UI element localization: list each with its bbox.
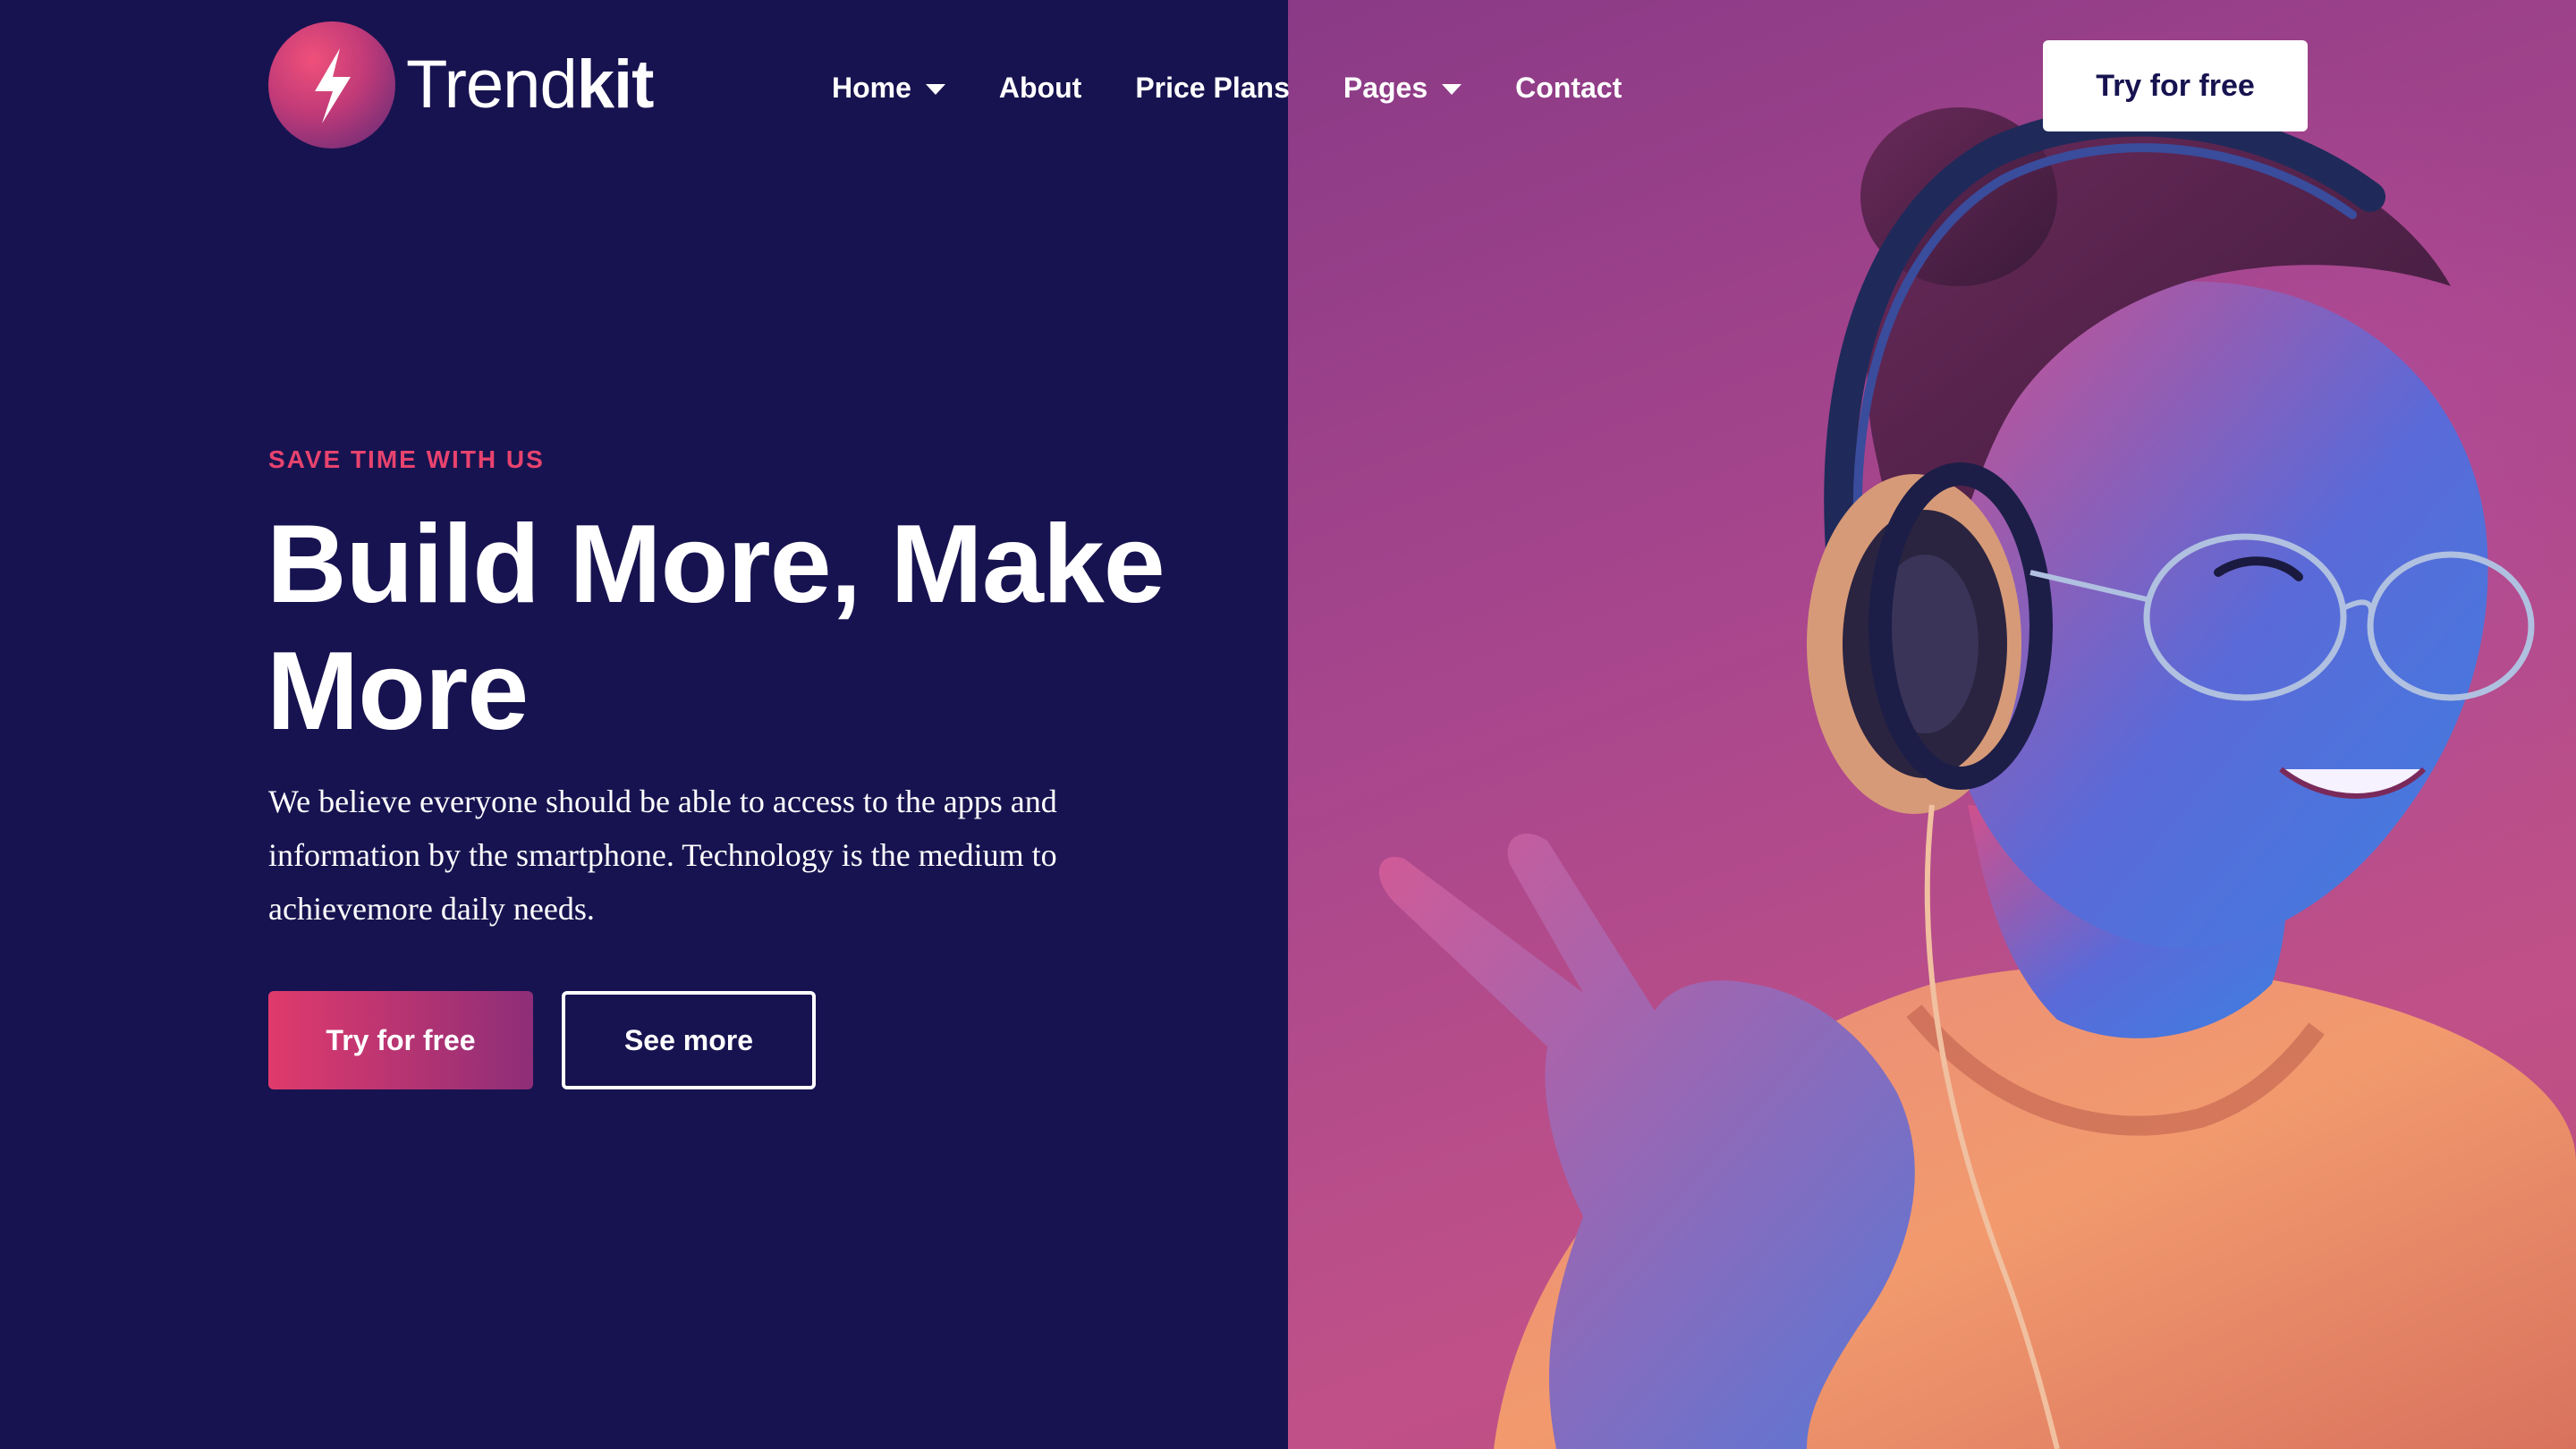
nav-item-label: Home: [832, 71, 911, 104]
brand-name: Trendkit: [406, 51, 654, 119]
nav-item-label: Pages: [1343, 71, 1428, 104]
try-free-button[interactable]: Try for free: [268, 991, 533, 1089]
chevron-down-icon: [925, 84, 945, 95]
hero-eyebrow: SAVE TIME WITH US: [268, 445, 545, 473]
woman-with-headphones-illustration: [1378, 106, 2576, 1449]
main-nav: Home About Price Plans Pages Contact: [832, 66, 1622, 109]
hero-description: We believe everyone should be able to ac…: [268, 784, 1057, 927]
nav-item-about[interactable]: About: [999, 72, 1081, 105]
nav-item-label: Contact: [1515, 71, 1623, 104]
chevron-down-icon: [1442, 84, 1462, 95]
nav-item-label: About: [998, 71, 1082, 104]
see-more-button[interactable]: See more: [562, 991, 816, 1089]
header-try-free-button[interactable]: Try for free: [2043, 40, 2308, 131]
nav-item-home[interactable]: Home: [832, 72, 945, 105]
hero-headline: Build More, Make More: [267, 503, 1165, 753]
nav-item-label: Price Plans: [1135, 71, 1290, 104]
brand-name-bold: kit: [576, 47, 655, 123]
nav-item-pages[interactable]: Pages: [1343, 72, 1462, 105]
landing-page: Trendkit Home About Price Plans Pages Co…: [0, 0, 2576, 1449]
hero-photo: [1288, 0, 2576, 1449]
lightning-bolt-icon: [268, 21, 395, 148]
brand-name-light: Trend: [406, 47, 578, 123]
nav-item-price-plans[interactable]: Price Plans: [1135, 72, 1290, 105]
brand-logo[interactable]: Trendkit: [268, 21, 654, 148]
nav-item-contact[interactable]: Contact: [1515, 72, 1622, 105]
